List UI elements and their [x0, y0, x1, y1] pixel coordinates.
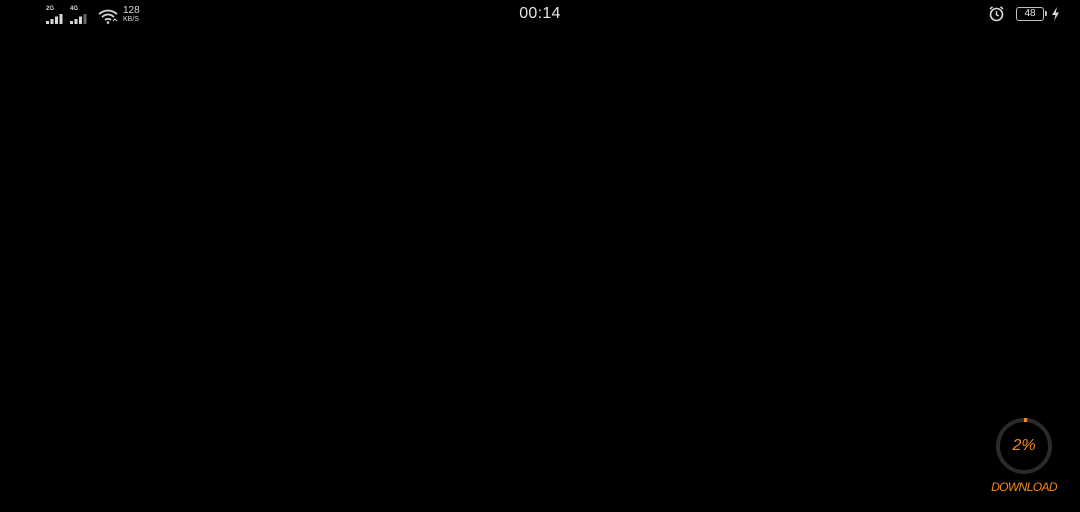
video-player-screen[interactable]: 2G 4G 128 KB/S 00:14 48 2% DOWNLOAD [0, 0, 1080, 512]
status-right-group: 48 [988, 5, 1060, 22]
status-bar: 2G 4G 128 KB/S 00:14 48 [0, 0, 1080, 28]
alarm-icon [989, 6, 1004, 22]
charging-icon [1052, 6, 1059, 21]
download-button[interactable]: 2% DOWNLOAD [982, 416, 1066, 500]
status-time: 00:14 [519, 5, 561, 22]
download-progress-ring: 2% [994, 416, 1054, 476]
download-label: DOWNLOAD [991, 480, 1057, 494]
download-percent: 2% [1012, 437, 1036, 454]
battery-icon: 48 [1016, 6, 1047, 21]
battery-level: 48 [1024, 7, 1036, 19]
